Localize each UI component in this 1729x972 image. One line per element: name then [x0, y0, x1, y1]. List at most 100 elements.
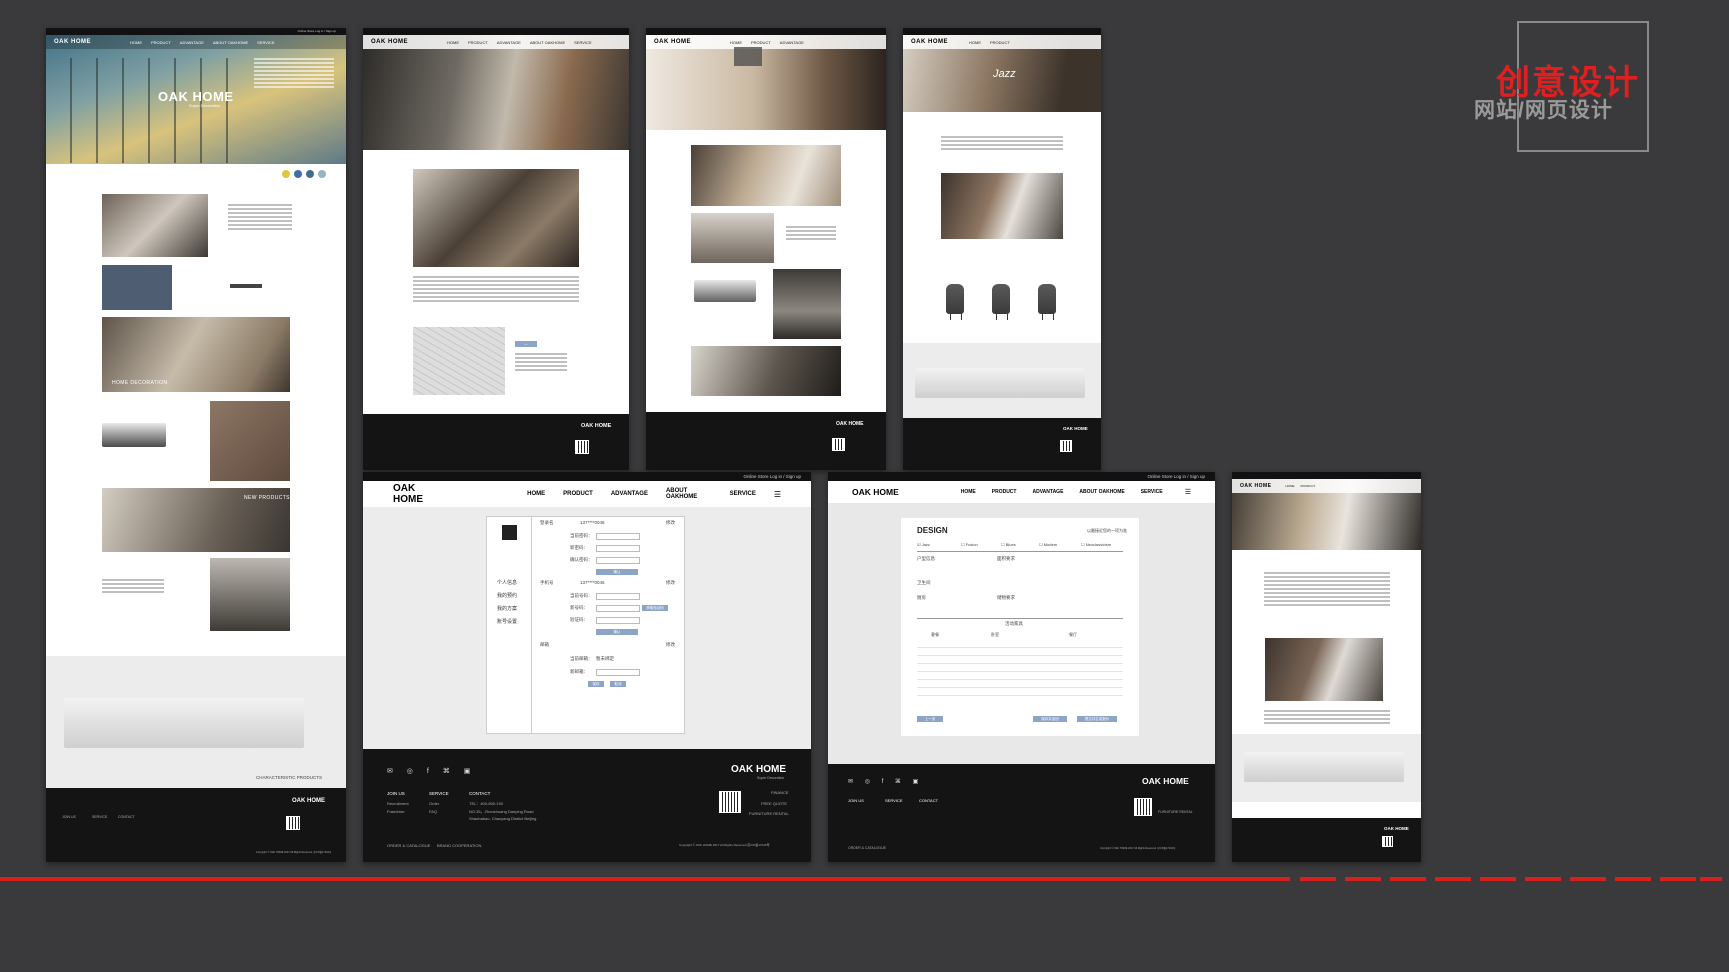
- logo[interactable]: OAK HOME: [654, 39, 691, 45]
- confirm-pwd-field[interactable]: [596, 557, 640, 564]
- footer-finance[interactable]: FINANCE: [771, 790, 789, 795]
- logo[interactable]: OAK HOME: [371, 39, 408, 45]
- nav-advantage[interactable]: ADVANTAGE: [780, 40, 804, 45]
- nav-advantage[interactable]: ADVANTAGE: [497, 40, 521, 45]
- nav-home[interactable]: HOME: [447, 40, 459, 45]
- footer-service[interactable]: SERVICE: [92, 815, 107, 819]
- footer-logo[interactable]: OAK HOME: [292, 798, 325, 804]
- save-return-button[interactable]: 保存并返回: [1033, 716, 1067, 722]
- code-field[interactable]: [596, 617, 640, 624]
- footer-contact[interactable]: CONTACT: [919, 798, 938, 803]
- footer-logo[interactable]: OAK HOME: [1142, 776, 1189, 786]
- nav-home[interactable]: HOME: [1286, 484, 1295, 488]
- footer-faq[interactable]: FAQ: [429, 809, 437, 814]
- style-blues[interactable]: ☐ Blues: [1001, 542, 1016, 547]
- nav-service[interactable]: SERVICE: [730, 491, 756, 497]
- nav-advantage[interactable]: ADVANTAGE: [1032, 489, 1063, 495]
- qr-code: [286, 816, 300, 830]
- desc-text: [102, 579, 164, 595]
- side-plans[interactable]: 我的方案: [497, 605, 517, 612]
- logo[interactable]: OAK HOME: [54, 39, 91, 45]
- nav-service[interactable]: SERVICE: [574, 40, 592, 45]
- logo[interactable]: OAK HOME: [393, 483, 439, 505]
- nav-dropdown[interactable]: [734, 47, 762, 66]
- nav-service[interactable]: SERVICE: [257, 40, 275, 45]
- menu-icon[interactable]: ☰: [774, 490, 781, 499]
- footer-order-catalogue[interactable]: ORDER & CATALOGUE: [848, 846, 886, 850]
- nav-product[interactable]: PRODUCT: [468, 40, 488, 45]
- style-jazz[interactable]: ☑ Jazz: [917, 542, 930, 547]
- nav-about[interactable]: ABOUT OAKHOME: [666, 488, 712, 500]
- cancel-button[interactable]: 取消: [610, 681, 626, 687]
- nav-product[interactable]: PRODUCT: [751, 40, 771, 45]
- nav-about[interactable]: ABOUT OAKHOME: [1079, 489, 1124, 495]
- footer-contact[interactable]: CONTACT: [469, 791, 490, 796]
- footer-furniture-rental[interactable]: FURNITURE RENTAL: [1158, 810, 1193, 814]
- nav-about[interactable]: ABOUT OAKHOME: [530, 40, 565, 45]
- nav-product[interactable]: PRODUCT: [992, 489, 1017, 495]
- social-icons[interactable]: ✉ ◎ f ⌘ ▣: [848, 778, 923, 785]
- footer-contact[interactable]: CONTACT: [118, 815, 135, 819]
- edit-email[interactable]: 修改: [666, 642, 675, 648]
- footer-address-1: NO.35，Zhonzhuang Danping Road: [469, 809, 534, 814]
- nav-advantage[interactable]: ADVANTAGE: [180, 40, 204, 45]
- confirm-pwd-button[interactable]: 确认: [596, 569, 638, 575]
- get-code-button[interactable]: 获取验证码: [642, 605, 668, 611]
- nav-about[interactable]: ABOUT OAKHOME: [213, 40, 248, 45]
- footer-join-us[interactable]: JOIN US: [387, 791, 405, 796]
- save-button[interactable]: 保存: [588, 681, 604, 687]
- footer-logo[interactable]: OAK HOME: [836, 421, 864, 427]
- nav-product[interactable]: PRODUCT: [151, 40, 171, 45]
- nav-home[interactable]: HOME: [130, 40, 142, 45]
- side-account-settings[interactable]: 账号设置: [497, 618, 517, 625]
- footer-recruitment[interactable]: Recruitment: [387, 801, 409, 806]
- logo[interactable]: OAK HOME: [852, 487, 899, 497]
- footer-logo[interactable]: OAK HOME: [731, 764, 786, 775]
- side-personal-info[interactable]: 个人信息: [497, 579, 517, 586]
- footer-order-catalogue[interactable]: ORDER & CATALOGUE: [387, 843, 430, 848]
- nav-home[interactable]: HOME: [961, 489, 976, 495]
- confirm-phone-button[interactable]: 确认: [596, 629, 638, 635]
- new-phone-field[interactable]: [596, 605, 640, 612]
- nav-product[interactable]: PRODUCT: [1301, 484, 1316, 488]
- footer-logo[interactable]: OAK HOME: [1063, 426, 1088, 431]
- nav-product[interactable]: PRODUCT: [563, 491, 593, 497]
- current-phone-field[interactable]: [596, 593, 640, 600]
- style-fusion[interactable]: ☐ Fusion: [961, 542, 978, 547]
- footer-order[interactable]: Order: [429, 801, 439, 806]
- color-swatches[interactable]: [282, 170, 326, 178]
- footer-join-us[interactable]: JOIN US: [848, 798, 864, 803]
- nav-service[interactable]: SERVICE: [1141, 489, 1163, 495]
- nav-home[interactable]: HOME: [969, 40, 981, 45]
- style-neoclassicism[interactable]: ☐ Neoclassicism: [1081, 542, 1111, 547]
- style-modern[interactable]: ☐ Modern: [1039, 542, 1057, 547]
- new-email-field[interactable]: [596, 669, 640, 676]
- nav-advantage[interactable]: ADVANTAGE: [611, 491, 648, 497]
- prev-button[interactable]: 上一页: [917, 716, 943, 722]
- nav-home[interactable]: HOME: [527, 491, 545, 497]
- map-tag[interactable]: —: [515, 341, 537, 347]
- new-pwd-field[interactable]: [596, 545, 640, 552]
- footer-free-quote[interactable]: FREE QUOTE: [761, 801, 787, 806]
- edit-login[interactable]: 修改: [666, 520, 675, 526]
- menu-icon[interactable]: ☰: [1185, 488, 1191, 496]
- footer-join-us[interactable]: JOIN US: [62, 815, 76, 819]
- submit-quote-button[interactable]: 提交并生成报价: [1077, 716, 1117, 722]
- footer: OAK HOME: [646, 412, 886, 470]
- footer-franchise[interactable]: Franchise: [387, 809, 405, 814]
- social-icons[interactable]: ✉ ◎ f ⌘ ▣: [387, 767, 476, 775]
- footer-service[interactable]: SERVICE: [429, 791, 449, 796]
- nav-product[interactable]: PRODUCT: [990, 40, 1010, 45]
- hero-title: OAK HOME: [158, 89, 234, 104]
- footer-brand-cooperation[interactable]: BRAND COOPERATION: [437, 843, 481, 848]
- footer-furniture-rental[interactable]: FURNITURE RENTAL: [749, 811, 789, 816]
- current-pwd-field[interactable]: [596, 533, 640, 540]
- side-appointments[interactable]: 我的预约: [497, 592, 517, 599]
- footer-logo[interactable]: OAK HOME: [1384, 826, 1409, 831]
- edit-phone[interactable]: 修改: [666, 580, 675, 586]
- logo[interactable]: OAK HOME: [911, 39, 948, 45]
- footer-logo[interactable]: OAK HOME: [581, 423, 611, 429]
- footer-service[interactable]: SERVICE: [885, 798, 903, 803]
- logo[interactable]: OAK HOME: [1240, 483, 1272, 489]
- nav-home[interactable]: HOME: [730, 40, 742, 45]
